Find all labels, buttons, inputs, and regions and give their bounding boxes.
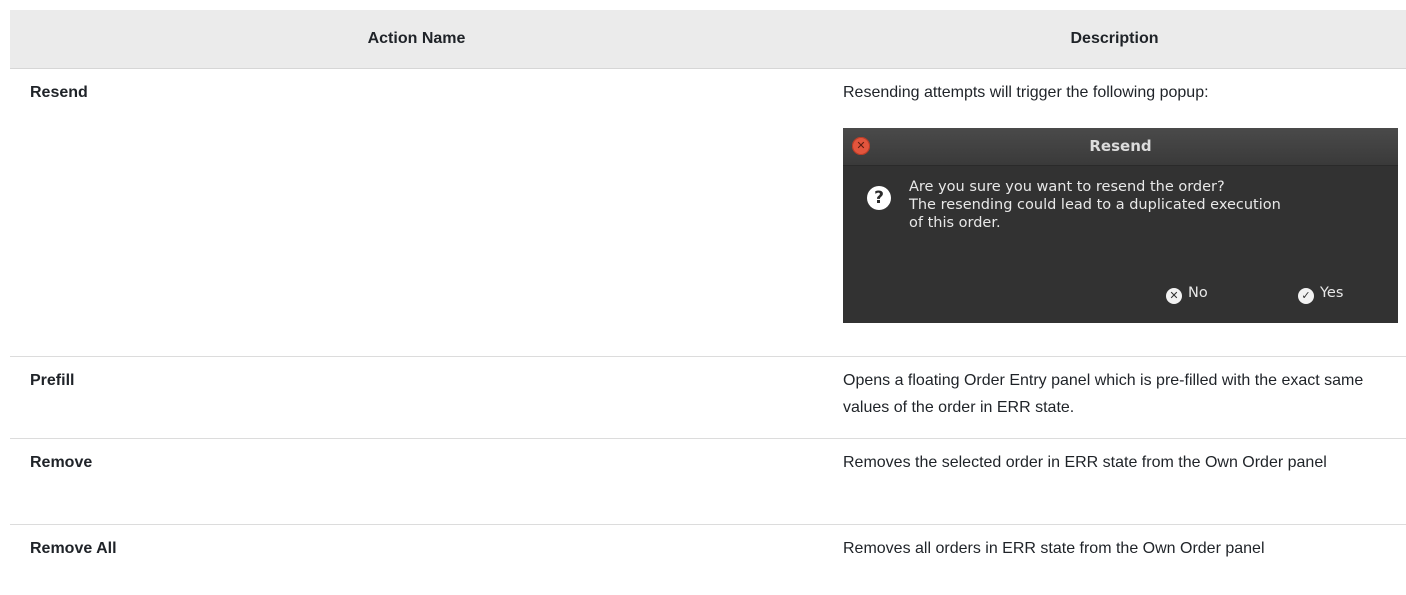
no-button[interactable]: ✕ No [1166,282,1208,304]
dialog-titlebar: ✕ Resend [843,128,1398,166]
dialog-message: Are you sure you want to resend the orde… [909,178,1389,232]
yes-button-label: Yes [1320,285,1343,301]
table-row: Resend Resending attempts will trigger t… [10,69,1406,357]
action-name-cell: Prefill [10,357,823,439]
action-name-cell: Resend [10,69,823,357]
times-circle-icon: ✕ [1166,288,1182,304]
description-cell: Removes all orders in ERR state from the… [823,525,1406,595]
table-row: Remove Removes the selected order in ERR… [10,439,1406,525]
no-button-label: No [1188,285,1208,301]
header-description: Description [823,10,1406,69]
action-name-cell: Remove All [10,525,823,595]
description-cell: Opens a floating Order Entry panel which… [823,357,1406,439]
description-cell: Removes the selected order in ERR state … [823,439,1406,525]
yes-button[interactable]: ✓ Yes [1298,282,1343,304]
header-action-name: Action Name [10,10,823,69]
table-header-row: Action Name Description [10,10,1406,69]
check-circle-icon: ✓ [1298,288,1314,304]
table-row: Remove All Removes all orders in ERR sta… [10,525,1406,595]
dialog-title: Resend [843,128,1398,165]
question-icon: ? [867,186,891,210]
actions-table: Action Name Description Resend Resending… [10,10,1406,595]
resend-dialog-screenshot: ✕ Resend ? Are you sure you want to rese… [843,128,1398,323]
table-row: Prefill Opens a floating Order Entry pan… [10,357,1406,439]
description-cell: Resending attempts will trigger the foll… [823,69,1406,357]
actions-table-container: Action Name Description Resend Resending… [10,10,1406,595]
description-text: Resending attempts will trigger the foll… [843,79,1406,106]
action-name-cell: Remove [10,439,823,525]
